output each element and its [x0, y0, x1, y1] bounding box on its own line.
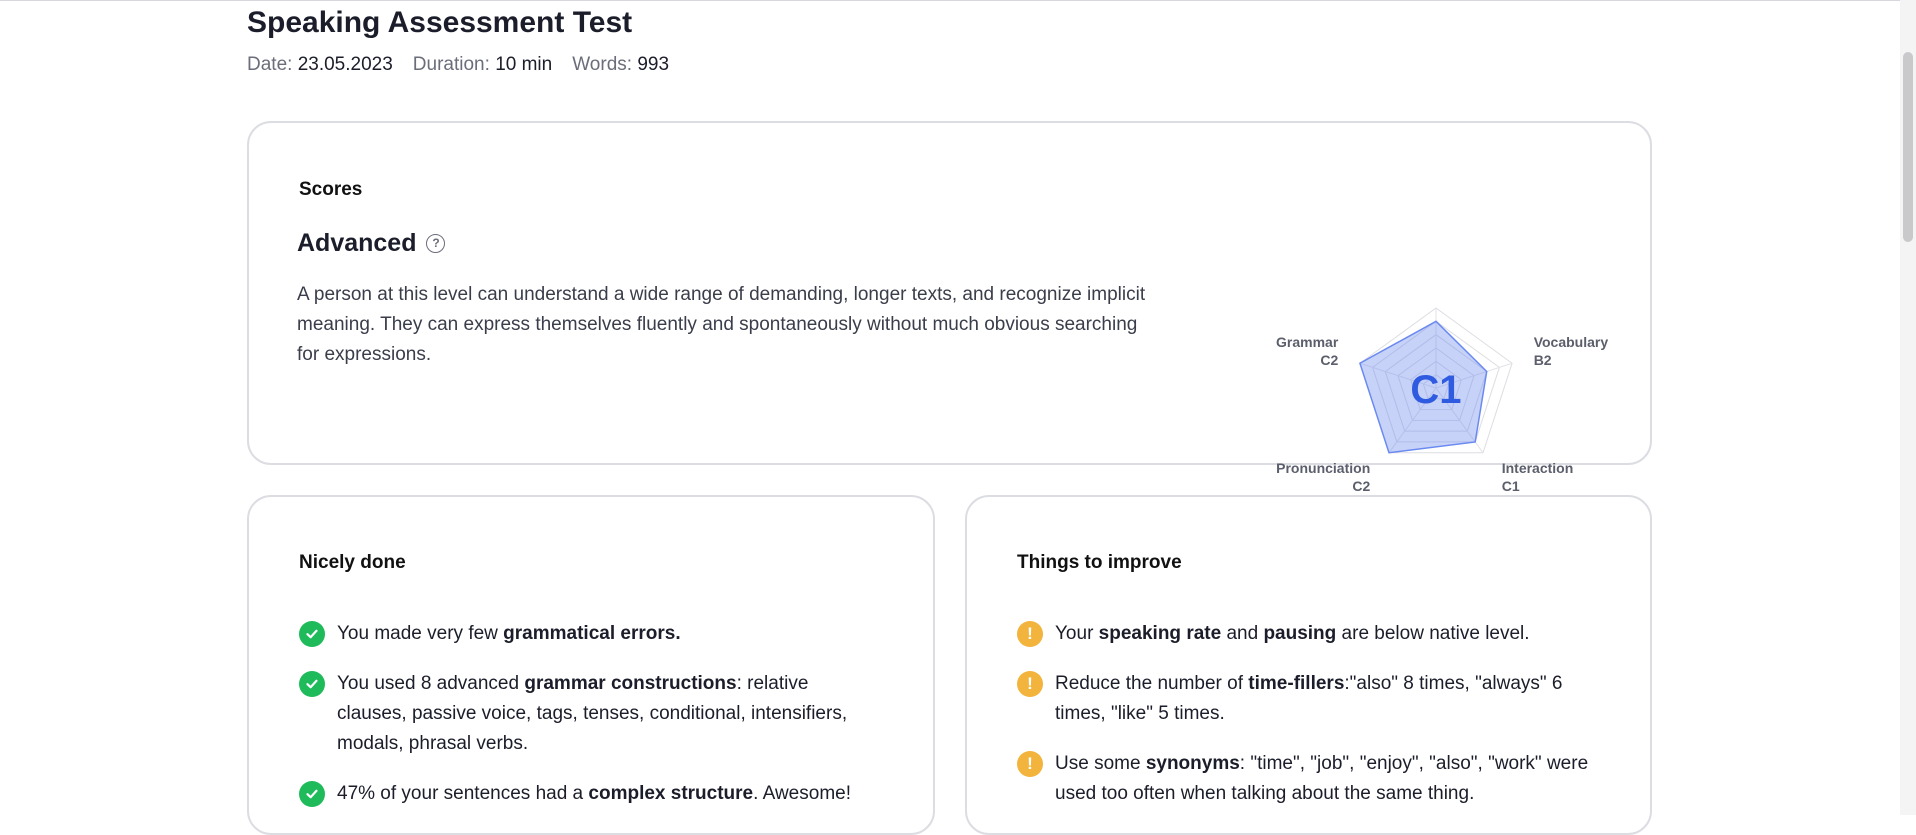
improvement-text: Reduce the number of time-fillers:"also"…	[1055, 673, 1563, 724]
duration-label: Duration:	[412, 54, 490, 75]
duration-value: 10 min	[495, 54, 553, 75]
level-row: Advanced ?	[297, 229, 446, 258]
nicely-done-card: Nicely done You made very few grammatica…	[247, 495, 935, 835]
meta-duration: Duration: 10 min	[413, 54, 552, 76]
words-value: 993	[637, 54, 670, 75]
strength-text: 47% of your sentences had a complex stru…	[337, 783, 851, 804]
date-value: 23.05.2023	[297, 54, 393, 75]
exclamation-circle-icon: !	[1017, 621, 1043, 647]
level-description: A person at this level can understand a …	[297, 284, 1146, 365]
exclamation-circle-icon: !	[1017, 671, 1043, 697]
check-circle-icon	[299, 621, 325, 647]
meta-date: Date: 23.05.2023	[247, 54, 393, 76]
radar-axis-label: Grammar	[1276, 334, 1339, 350]
scrollbar-thumb[interactable]	[1903, 52, 1913, 242]
level-name: Advanced	[297, 229, 417, 257]
meta-words: Words: 993	[572, 54, 669, 76]
vertical-scrollbar[interactable]	[1900, 0, 1916, 815]
check-circle-icon	[299, 781, 325, 807]
radar-axis-level: C2	[1352, 478, 1370, 494]
radar-axis-level: C1	[1502, 478, 1520, 494]
strength-item: You made very few grammatical errors.	[299, 619, 899, 649]
nicely-done-heading: Nicely done	[299, 552, 406, 573]
strength-text: You made very few grammatical errors.	[337, 623, 681, 644]
improvement-item: ! Use some synonyms: "time", "job", "enj…	[1017, 749, 1597, 809]
check-circle-icon	[299, 671, 325, 697]
test-meta: Date: 23.05.2023 Duration: 10 min Words:…	[247, 54, 669, 76]
radar-axis-level: C2	[1320, 352, 1338, 368]
date-label: Date:	[247, 54, 293, 75]
radar-axis-level: B2	[1534, 352, 1552, 368]
overall-level-label: C1	[1410, 368, 1461, 412]
things-to-improve-heading: Things to improve	[1017, 552, 1182, 573]
strength-text: You used 8 advanced grammar construction…	[337, 673, 848, 754]
words-label: Words:	[572, 54, 633, 75]
improvement-text: Use some synonyms: "time", "job", "enjoy…	[1055, 753, 1589, 804]
radar-axis-label: Pronunciation	[1276, 460, 1370, 476]
improvement-item: ! Your speaking rate and pausing are bel…	[1017, 619, 1617, 649]
scores-heading: Scores	[299, 179, 363, 200]
things-to-improve-card: Things to improve ! Your speaking rate a…	[965, 495, 1652, 835]
exclamation-circle-icon: !	[1017, 751, 1043, 777]
radar-axis-label: Vocabulary	[1534, 334, 1609, 350]
page-title: Speaking Assessment Test	[247, 6, 633, 39]
improvement-item: ! Reduce the number of time-fillers:"als…	[1017, 669, 1577, 729]
strength-item: 47% of your sentences had a complex stru…	[299, 779, 899, 809]
improvement-text: Your speaking rate and pausing are below…	[1055, 623, 1530, 644]
question-circle-icon[interactable]: ?	[426, 234, 446, 253]
strength-item: You used 8 advanced grammar construction…	[299, 669, 879, 759]
top-divider	[0, 0, 1900, 1]
radar-axis-label: Interaction	[1502, 460, 1574, 476]
